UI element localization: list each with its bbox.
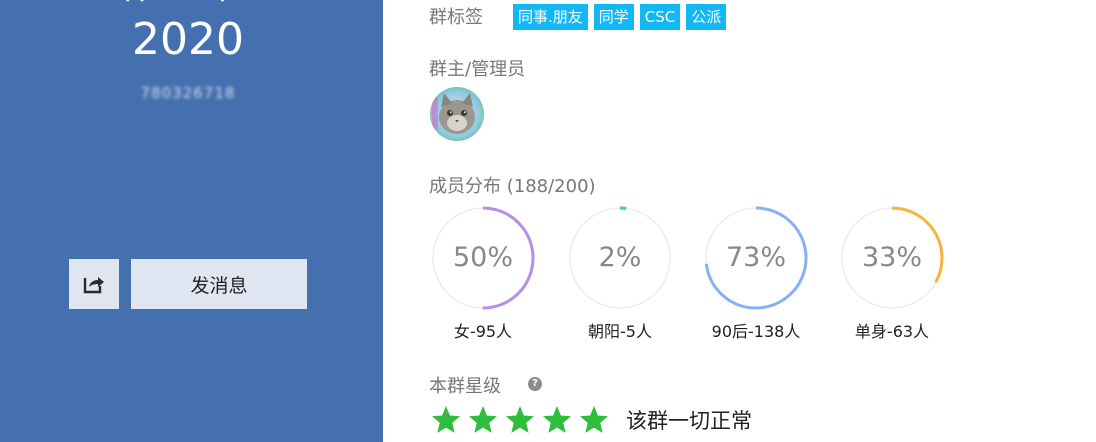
distribution-ring: 33% bbox=[839, 205, 945, 311]
admin-avatar[interactable] bbox=[430, 87, 484, 141]
ring-caption: 单身-63人 bbox=[854, 322, 930, 341]
tag-item[interactable]: 同事.朋友 bbox=[513, 4, 588, 30]
star-rating bbox=[430, 404, 610, 440]
star-icon bbox=[578, 404, 610, 440]
group-name-cutoff: ╲ ╱ ─ ╲ bbox=[110, 0, 290, 8]
group-info-panel: ╲ ╱ ─ ╲ 2020 780326718 发消息 bbox=[0, 0, 383, 442]
distribution-ring: 2% bbox=[567, 205, 673, 311]
ring-percent: 50% bbox=[452, 242, 513, 273]
help-icon[interactable]: ? bbox=[528, 377, 542, 391]
ring-caption: 90后-138人 bbox=[711, 322, 801, 341]
tag-item[interactable]: 同学 bbox=[593, 4, 634, 30]
tag-item[interactable]: 公派 bbox=[686, 4, 727, 30]
share-button[interactable] bbox=[69, 259, 119, 309]
members-distribution-label: 成员分布 (188/200) bbox=[429, 176, 596, 197]
star-icon bbox=[467, 404, 499, 440]
ring-caption: 女-95人 bbox=[453, 322, 513, 341]
group-name-year: 2020 bbox=[132, 14, 244, 65]
star-icon bbox=[541, 404, 573, 440]
share-icon bbox=[83, 277, 104, 294]
rating-status: 该群一切正常 bbox=[626, 409, 752, 433]
ring-percent: 2% bbox=[598, 242, 642, 273]
tags-label: 群标签 bbox=[429, 7, 483, 28]
star-icon bbox=[504, 404, 536, 440]
distribution-ring: 73% bbox=[703, 205, 809, 311]
ring-percent: 33% bbox=[861, 242, 922, 273]
ring-caption: 朝阳-5人 bbox=[588, 322, 652, 341]
admin-label: 群主/管理员 bbox=[429, 59, 526, 80]
group-number-blurred: 780326718 bbox=[140, 84, 236, 102]
group-tags: 同事.朋友 同学 CSC 公派 bbox=[513, 4, 727, 30]
send-message-button[interactable]: 发消息 bbox=[131, 259, 307, 309]
ring-percent: 73% bbox=[725, 242, 786, 273]
distribution-ring: 50% bbox=[430, 205, 536, 311]
tag-item[interactable]: CSC bbox=[639, 4, 681, 30]
group-rating-label: 本群星级 bbox=[429, 376, 501, 397]
star-icon bbox=[430, 404, 462, 440]
